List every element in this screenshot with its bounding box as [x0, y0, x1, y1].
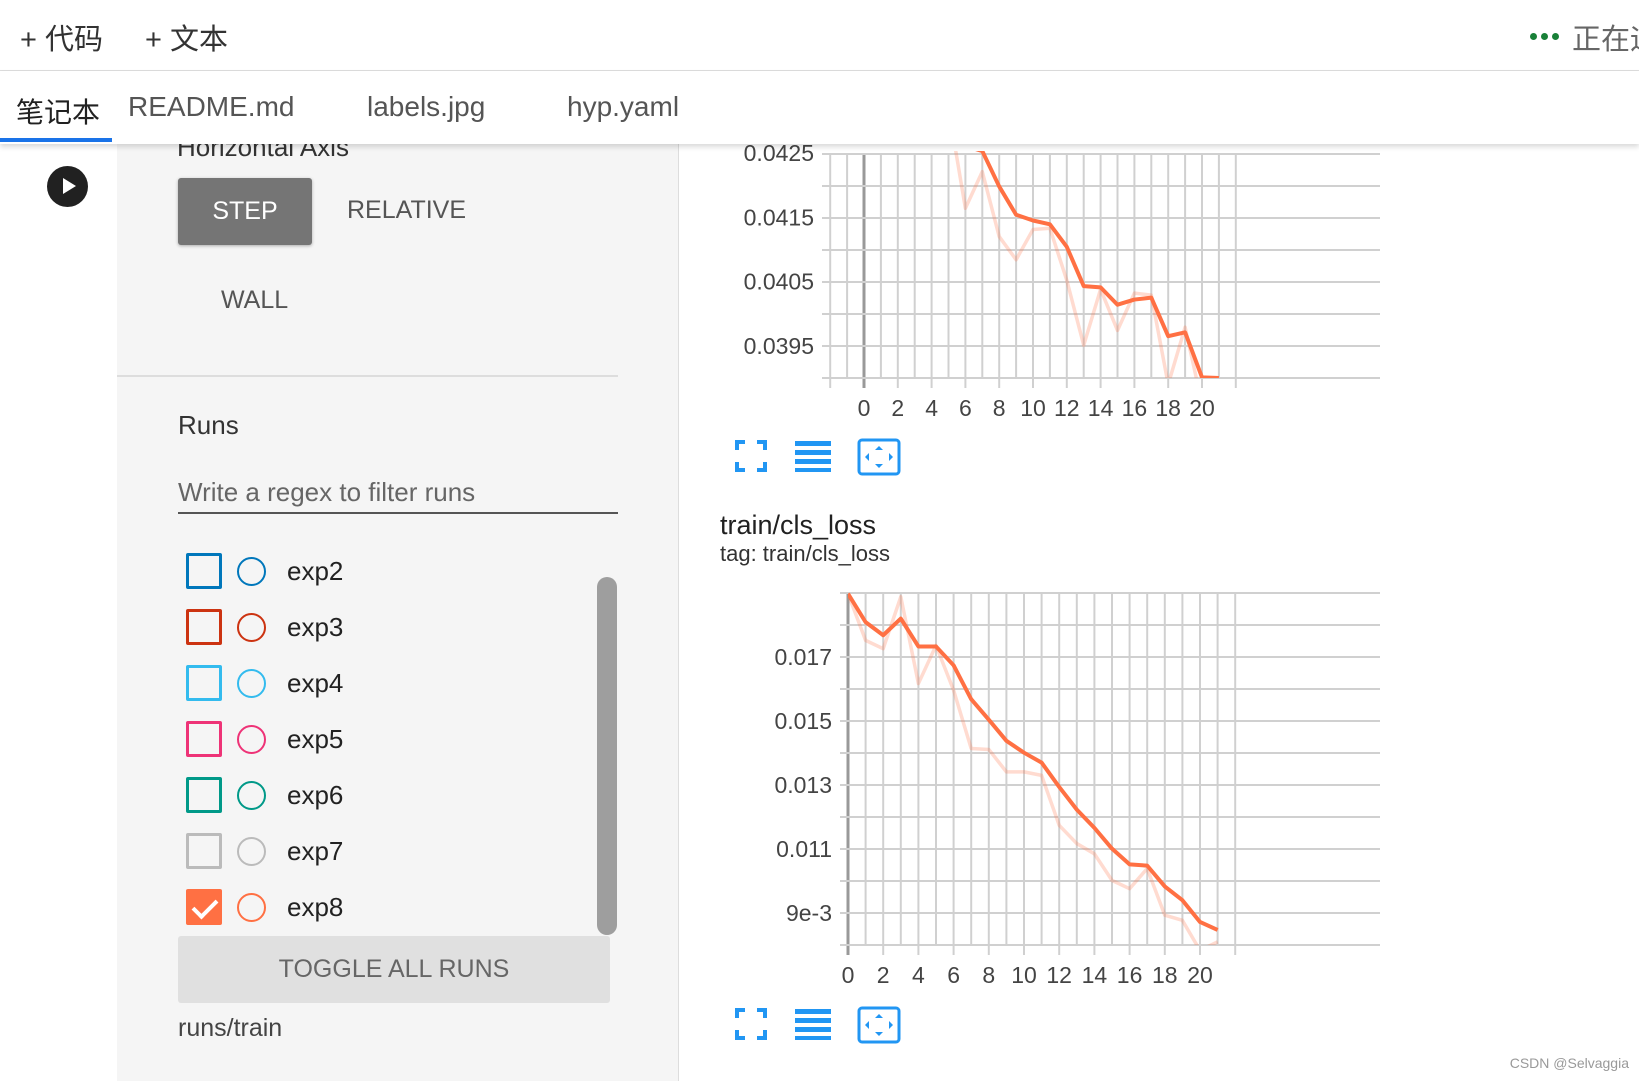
x-tick-label: 8 [982, 962, 995, 988]
run-color-circle-icon[interactable] [237, 836, 266, 866]
run-item[interactable]: exp2 [186, 551, 343, 591]
y-tick-label: 0.0395 [744, 333, 814, 359]
x-tick-label: 16 [1117, 962, 1143, 988]
axis-wall-button[interactable]: WALL [221, 286, 288, 315]
y-tick-label: 0.017 [774, 644, 832, 670]
run-label: exp5 [287, 723, 344, 754]
runs-directory: runs/train [178, 1014, 283, 1042]
tab-labels-jpg[interactable]: labels.jpg [367, 91, 485, 123]
horizontal-axis-title: Horizontal Axis [177, 144, 349, 162]
run-label: exp4 [287, 667, 344, 698]
add-code-button[interactable]: + 代码 [20, 16, 103, 58]
run-color-circle-icon[interactable] [237, 612, 266, 642]
status-text: 正在运 [1572, 24, 1639, 56]
x-tick-label: 10 [1011, 962, 1037, 988]
run-checkbox[interactable] [186, 721, 222, 757]
y-tick-label: 0.0415 [744, 204, 814, 230]
add-text-button[interactable]: + 文本 [145, 16, 228, 58]
more-dots-icon[interactable] [1530, 33, 1559, 40]
x-tick-label: 16 [1122, 395, 1148, 421]
x-tick-label: 12 [1054, 395, 1080, 421]
x-tick-label: 0 [858, 395, 871, 421]
run-checkbox[interactable] [186, 833, 222, 869]
x-tick-label: 8 [993, 395, 1006, 421]
x-tick-label: 6 [959, 395, 972, 421]
run-color-circle-icon[interactable] [237, 724, 266, 754]
x-tick-label: 12 [1046, 962, 1072, 988]
run-checkbox[interactable] [186, 553, 222, 589]
run-color-circle-icon[interactable] [237, 892, 266, 922]
run-color-circle-icon[interactable] [237, 668, 266, 698]
run-cell-play-icon[interactable] [47, 166, 88, 207]
toggle-log-scale-icon[interactable] [795, 1006, 831, 1042]
active-tab-indicator [0, 138, 112, 142]
y-tick-label: 0.0405 [744, 269, 814, 295]
run-label: exp3 [287, 611, 344, 642]
x-tick-label: 2 [877, 962, 890, 988]
x-tick-label: 14 [1088, 395, 1114, 421]
smoothed-loss-line [848, 592, 1219, 932]
x-tick-label: 14 [1082, 962, 1108, 988]
watermark: CSDN @Selvaggia [1509, 1055, 1629, 1071]
tab-hyp-yaml[interactable]: hyp.yaml [567, 91, 679, 123]
tab-readme[interactable]: README.md [128, 91, 294, 123]
chart-tag: tag: train/cls_loss [720, 541, 890, 566]
run-item[interactable]: exp8 [186, 887, 343, 927]
y-tick-label: 0.013 [774, 772, 832, 798]
axis-step-button[interactable]: STEP [178, 178, 312, 245]
chart-1: 0.0425 0.0415 0.0405 0.0395 0 2 4 6 8 10 12 14 16 18 2… [744, 144, 1380, 421]
x-tick-label: 2 [891, 395, 904, 421]
run-item[interactable]: exp7 [186, 831, 343, 871]
x-tick-label: 10 [1020, 395, 1046, 421]
axis-relative-button[interactable]: RELATIVE [347, 196, 466, 225]
raw-loss-line [848, 593, 1219, 945]
x-tick-label: 4 [912, 962, 925, 988]
x-tick-label: 18 [1155, 395, 1181, 421]
x-tick-label: 20 [1187, 962, 1213, 988]
x-tick-label: 4 [925, 395, 938, 421]
runs-scrollbar[interactable] [597, 577, 617, 935]
y-tick-label: 0.0425 [744, 144, 814, 166]
fullscreen-icon[interactable] [733, 1006, 769, 1042]
x-tick-label: 0 [842, 962, 855, 988]
run-checkbox[interactable] [186, 777, 222, 813]
toolbar: + 代码 + 文本 正在运 [0, 0, 1639, 71]
chart-title: train/cls_loss [720, 510, 877, 540]
y-tick-label: 0.015 [774, 708, 832, 734]
chart-2-header: train/cls_loss tag: train/cls_loss [720, 510, 890, 567]
run-item[interactable]: exp4 [186, 663, 343, 703]
fit-domain-icon[interactable] [857, 438, 901, 476]
fullscreen-icon[interactable] [733, 438, 769, 474]
tensorboard-sidebar: Horizontal Axis STEP RELATIVE WALL Runs … [117, 144, 679, 1081]
runs-title: Runs [178, 410, 239, 440]
x-tick-label: 18 [1152, 962, 1178, 988]
run-checkbox[interactable] [186, 889, 222, 925]
run-filter-input[interactable] [178, 472, 618, 514]
x-tick-label: 20 [1189, 395, 1215, 421]
tab-notebook[interactable]: 笔记本 [16, 91, 100, 131]
cell-gutter [0, 144, 117, 1081]
chart-2-cls-loss: 0.017 0.015 0.013 0.011 9e-3 0 2 4 6 8 10 12 14 16 18 2… [774, 592, 1380, 988]
run-label: exp8 [287, 891, 344, 922]
run-item[interactable]: exp5 [186, 719, 343, 759]
run-item[interactable]: exp3 [186, 607, 343, 647]
toggle-all-runs-button[interactable]: TOGGLE ALL RUNS [178, 936, 610, 1003]
y-tick-label: 9e-3 [786, 900, 832, 926]
x-tick-label: 6 [947, 962, 960, 988]
toggle-log-scale-icon[interactable] [795, 438, 831, 474]
tab-bar: 笔记本 README.md labels.jpg hyp.yaml [0, 71, 1639, 144]
run-color-circle-icon[interactable] [237, 556, 266, 586]
fit-domain-icon[interactable] [857, 1006, 901, 1044]
run-item[interactable]: exp6 [186, 775, 343, 815]
run-label: exp2 [287, 555, 344, 586]
run-label: exp6 [287, 779, 344, 810]
y-tick-label: 0.011 [776, 836, 832, 862]
run-checkbox[interactable] [186, 665, 222, 701]
raw-loss-line [953, 151, 1199, 378]
run-label: exp7 [287, 835, 344, 866]
run-color-circle-icon[interactable] [237, 780, 266, 810]
divider [117, 375, 618, 377]
run-checkbox[interactable] [186, 609, 222, 645]
